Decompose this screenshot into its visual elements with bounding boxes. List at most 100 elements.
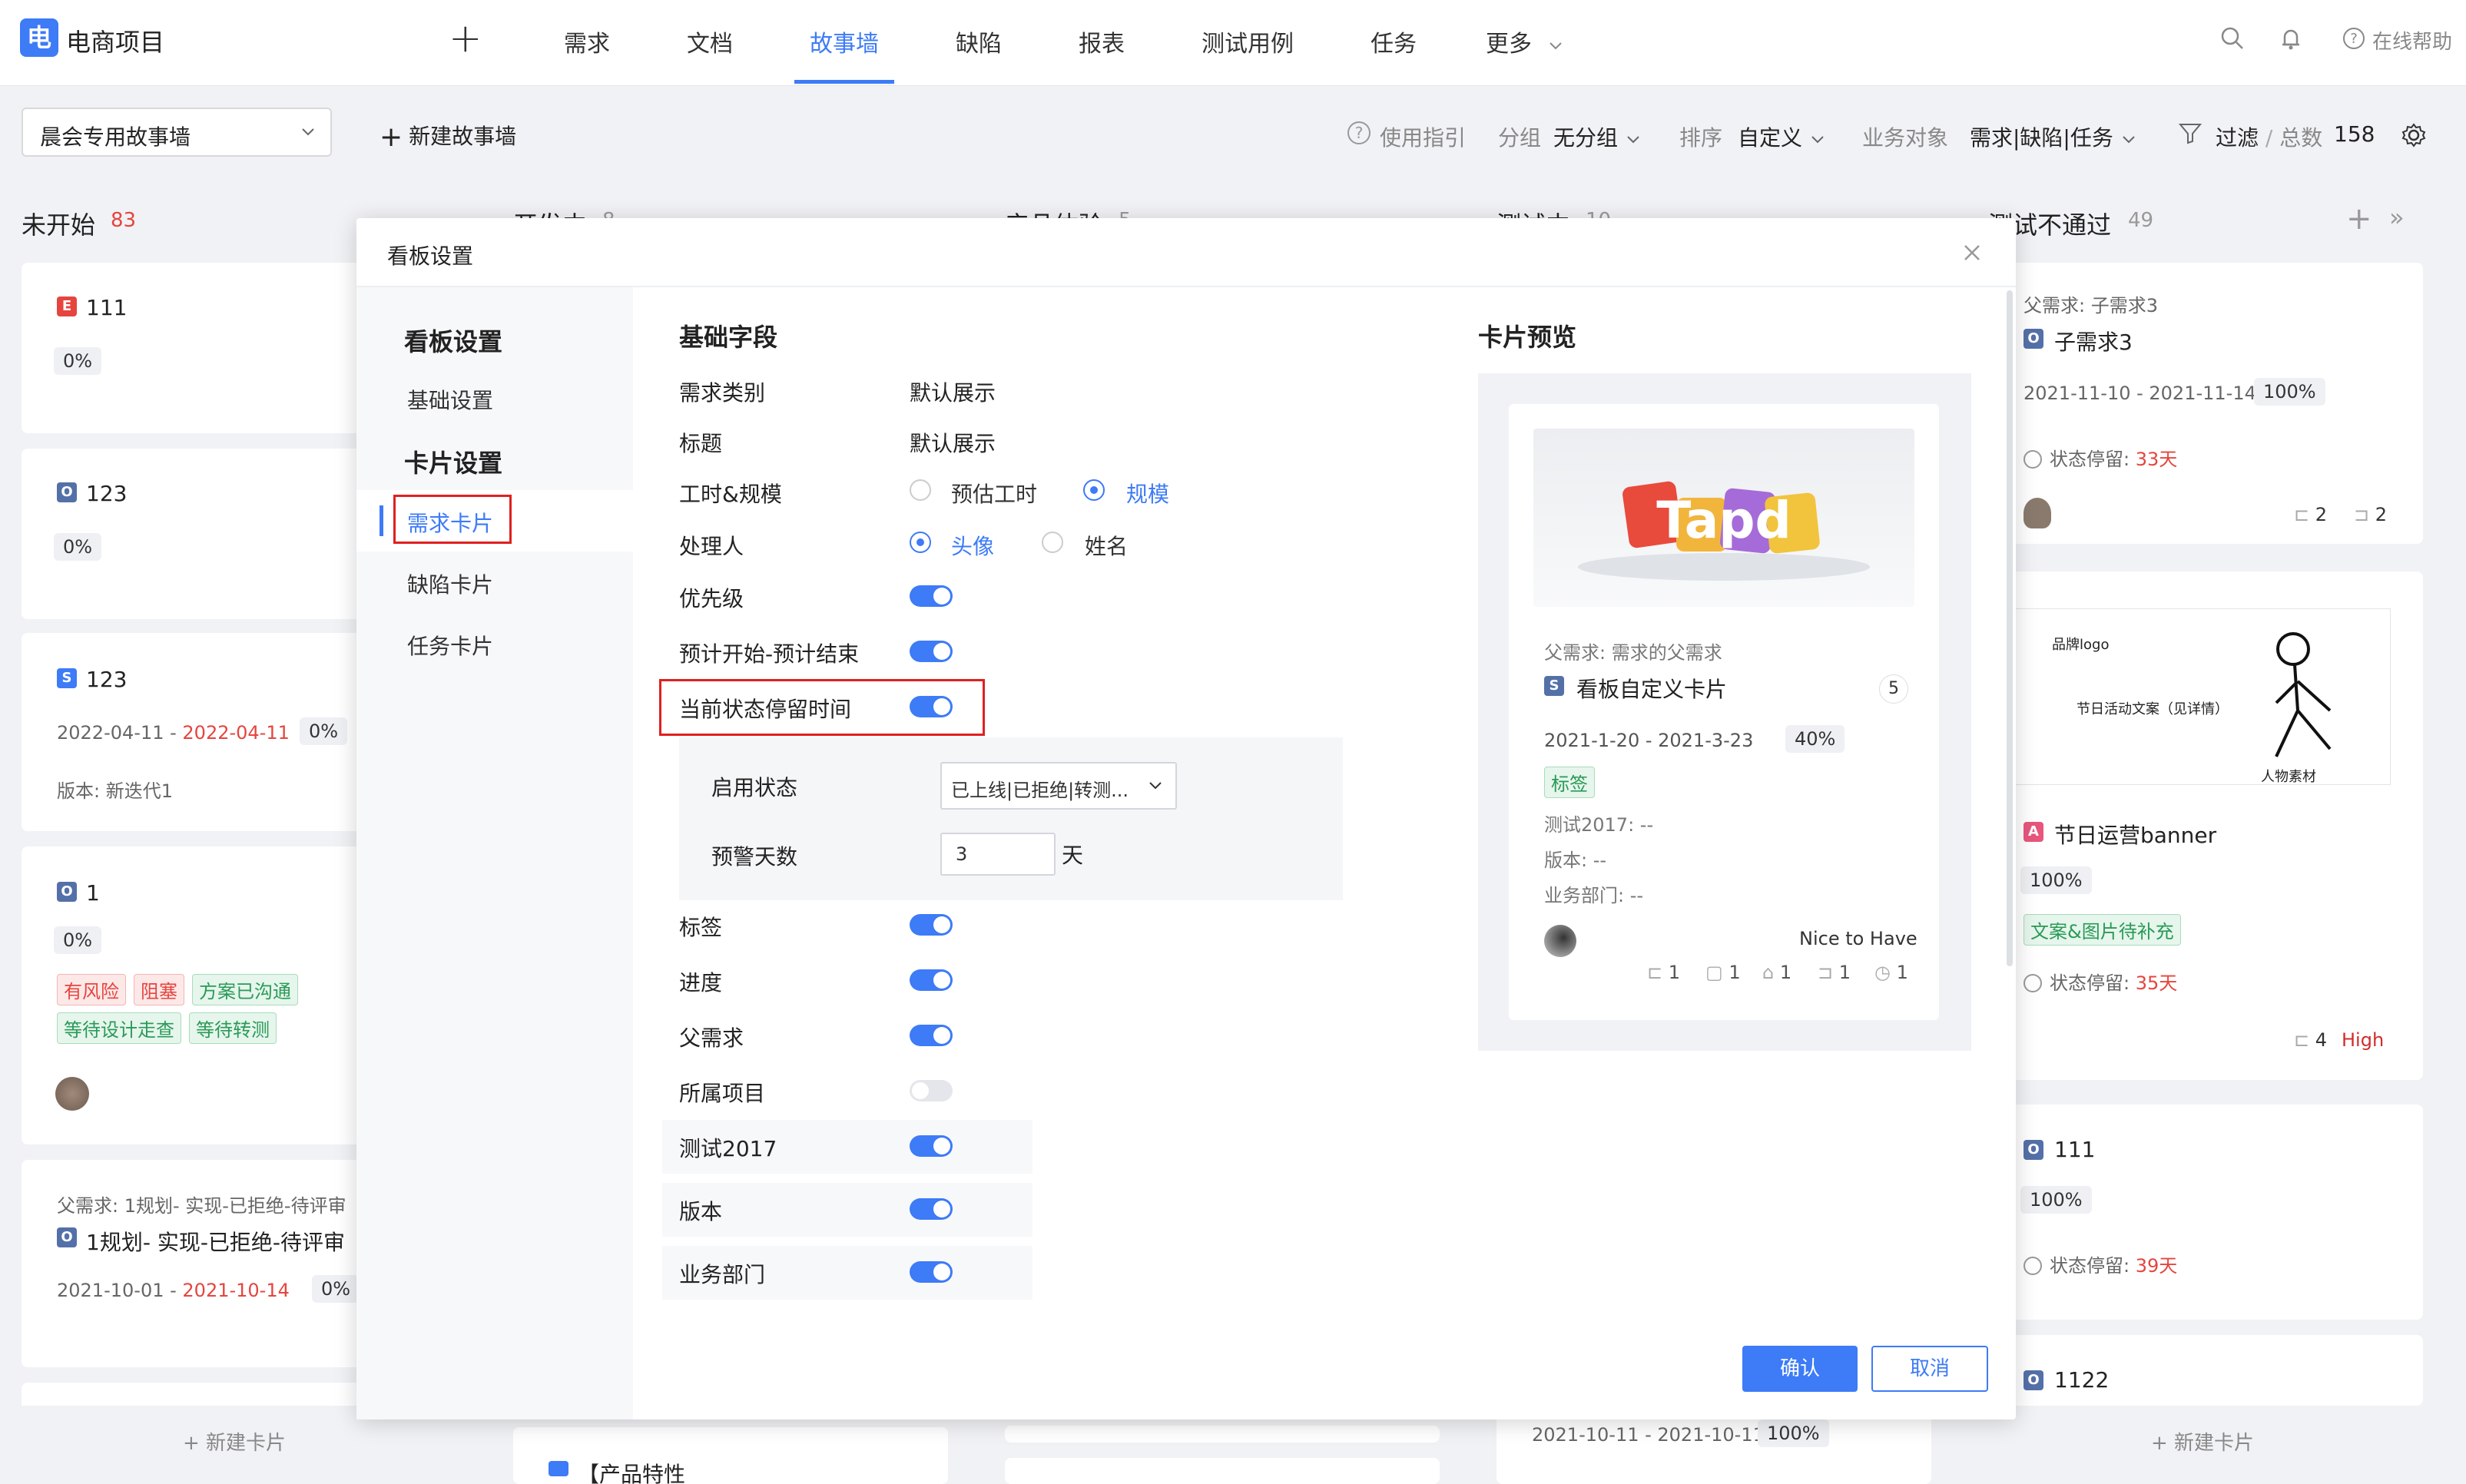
field-label-version: 版本 <box>679 1199 723 1224</box>
card-version: 版本: 新迭代1 <box>57 780 173 802</box>
preview-count-badge: 5 <box>1879 674 1908 704</box>
close-icon[interactable] <box>1961 241 1984 264</box>
nav-tab-task[interactable]: 任务 <box>1371 25 1417 58</box>
card-cover-image: 品牌logo 节日活动文案（见详情） 人物素材 <box>2007 608 2391 785</box>
bug-icon: ⌂ <box>1762 962 1780 983</box>
nav-tab-testcase[interactable]: 测试用例 <box>1202 25 1294 58</box>
story-wall-select[interactable]: 晨会专用故事墙 <box>22 108 332 157</box>
story-card[interactable]: O 111 100% 状态停留: 39天 <box>1988 1105 2423 1320</box>
toggle-plan-dates[interactable] <box>910 641 953 662</box>
confirm-button[interactable]: 确认 <box>1742 1346 1858 1392</box>
business-object-value: 需求|缺陷|任务 <box>1970 125 2113 151</box>
card-type-badge: O <box>2024 329 2043 349</box>
enable-state-select[interactable]: 已上线|已拒绝|转测... <box>940 762 1177 810</box>
new-story-wall-button[interactable]: + 新建故事墙 <box>380 120 516 153</box>
toggle-tag[interactable] <box>910 914 953 936</box>
filter-button[interactable]: 过滤 / 总数 <box>2216 121 2322 152</box>
story-card[interactable]: 父需求: 1规划- 实现-已拒绝-待评审 O 1规划- 实现-已拒绝-待评审 2… <box>22 1160 383 1367</box>
create-plus-button[interactable]: + <box>449 15 482 61</box>
nav-tab-storywall[interactable]: 故事墙 <box>810 25 879 58</box>
business-object-select[interactable]: 需求|缺陷|任务 <box>1970 121 2137 152</box>
dialog-scrollbar[interactable] <box>2007 290 2013 966</box>
radio-scale[interactable] <box>1083 479 1105 501</box>
radio-name[interactable] <box>1042 532 1063 553</box>
story-card <box>22 1383 383 1406</box>
card-title: 1规划- 实现-已拒绝-待评审 <box>86 1230 346 1255</box>
link-icon: ⊐ <box>1818 962 1839 983</box>
field-label-category: 需求类别 <box>679 380 766 406</box>
sidebar-item-bug-card[interactable]: 缺陷卡片 <box>407 568 493 599</box>
toggle-department[interactable] <box>910 1261 953 1283</box>
nav-tab-report[interactable]: 报表 <box>1079 25 1125 58</box>
help-circle-icon: ? <box>1347 121 1371 144</box>
card-progress: 100% <box>1758 1419 1829 1447</box>
filter-funnel-icon[interactable] <box>2177 120 2203 146</box>
new-card-button[interactable]: + 新建卡片 <box>183 1427 286 1456</box>
gear-icon[interactable] <box>2400 121 2428 149</box>
story-card[interactable]: S 123 2022-04-11 - 2022-04-11 0% 版本: 新迭代… <box>22 633 383 831</box>
add-card-plus-icon[interactable]: + <box>2346 201 2372 237</box>
online-help-link[interactable]: 在线帮助 <box>2372 26 2452 55</box>
radio-label-avatar[interactable]: 头像 <box>951 530 994 561</box>
sort-select[interactable]: 自定义 <box>1738 121 1826 152</box>
avatar <box>2024 498 2051 528</box>
notification-bell-icon[interactable] <box>2275 23 2306 54</box>
subtask-icon: ⊏ <box>1647 962 1669 983</box>
enable-state-select-value: 已上线|已拒绝|转测... <box>951 780 1129 801</box>
toggle-parent[interactable] <box>910 1025 953 1046</box>
nav-tab-wiki[interactable]: 文档 <box>687 25 733 58</box>
cancel-button[interactable]: 取消 <box>1871 1346 1988 1392</box>
card-title: 123 <box>86 481 128 506</box>
tapd-logo-text: Tapd <box>1656 491 1791 550</box>
radio-estimated-hours[interactable] <box>910 479 931 501</box>
usage-guide-link[interactable]: 使用指引 <box>1380 121 1466 152</box>
toggle-test2017[interactable] <box>910 1135 953 1157</box>
collapse-column-icon[interactable]: » <box>2389 203 2405 232</box>
preview-metric-link: 1 <box>1838 962 1851 983</box>
story-card[interactable]: E 111 0% <box>22 263 383 433</box>
highlight-box <box>659 679 985 736</box>
nav-tab-more[interactable]: 更多 <box>1486 25 1564 58</box>
toggle-progress[interactable] <box>910 969 953 991</box>
card-type-badge: O <box>2024 1370 2043 1390</box>
card-type-badge: S <box>57 668 77 688</box>
story-card[interactable]: O 1122 <box>1988 1335 2423 1406</box>
nav-tab-story[interactable]: 需求 <box>564 25 610 58</box>
field-label-parent: 父需求 <box>679 1025 744 1051</box>
radio-label-estimated-hours[interactable]: 预估工时 <box>951 478 1037 508</box>
toggle-priority[interactable] <box>910 585 953 607</box>
preview-priority: Nice to Have <box>1799 928 1917 949</box>
card-tag: 等待转测 <box>189 1012 277 1044</box>
story-card[interactable]: O 123 0% <box>22 449 383 619</box>
card-date-start: 2021-10-01 - <box>57 1280 183 1301</box>
help-circle-icon[interactable]: ? <box>2342 26 2366 51</box>
field-label-progress: 进度 <box>679 970 723 995</box>
story-card[interactable]: 父需求: 子需求3 O 子需求3 2021-11-10 - 2021-11-14… <box>1988 263 2423 544</box>
stay-value: 35天 <box>2135 972 2178 994</box>
project-name[interactable]: 电商项目 <box>66 23 164 58</box>
sidebar-item-task-card[interactable]: 任务卡片 <box>407 630 493 661</box>
stay-label: 状态停留: <box>2050 972 2130 994</box>
story-card <box>1005 1458 1440 1484</box>
warning-days-input[interactable]: 3 <box>940 833 1056 876</box>
story-card[interactable]: 品牌logo 节日活动文案（见详情） 人物素材 A 节日运营banner 100… <box>1988 571 2423 1080</box>
chevron-down-icon <box>1627 136 1639 144</box>
card-parent: 父需求: 1规划- 实现-已拒绝-待评审 <box>57 1195 346 1217</box>
nav-tab-bug[interactable]: 缺陷 <box>956 25 1002 58</box>
board-settings-dialog: 看板设置 看板设置 基础设置 卡片设置 需求卡片 缺陷卡片 任务卡片 基础字段 … <box>356 218 2016 1419</box>
toggle-version[interactable] <box>910 1198 953 1220</box>
radio-avatar[interactable] <box>910 532 931 553</box>
sidebar-item-basic-settings[interactable]: 基础设置 <box>407 384 493 415</box>
clock-icon <box>2024 1257 2042 1275</box>
new-card-button[interactable]: + 新建卡片 <box>2151 1427 2254 1456</box>
field-label-enable-state: 启用状态 <box>711 775 798 800</box>
story-card[interactable]: O 1 0% 有风险 阻塞 方案已沟通 等待设计走查 等待转测 <box>22 846 383 1144</box>
radio-label-scale[interactable]: 规模 <box>1126 478 1169 508</box>
chevron-down-icon <box>1811 136 1824 144</box>
search-icon[interactable] <box>2217 23 2248 54</box>
toggle-project[interactable] <box>910 1080 953 1101</box>
group-select[interactable]: 无分组 <box>1553 121 1642 152</box>
card-progress: 0% <box>300 717 348 745</box>
radio-label-name[interactable]: 姓名 <box>1085 530 1128 561</box>
project-logo[interactable]: 电 <box>20 18 58 57</box>
